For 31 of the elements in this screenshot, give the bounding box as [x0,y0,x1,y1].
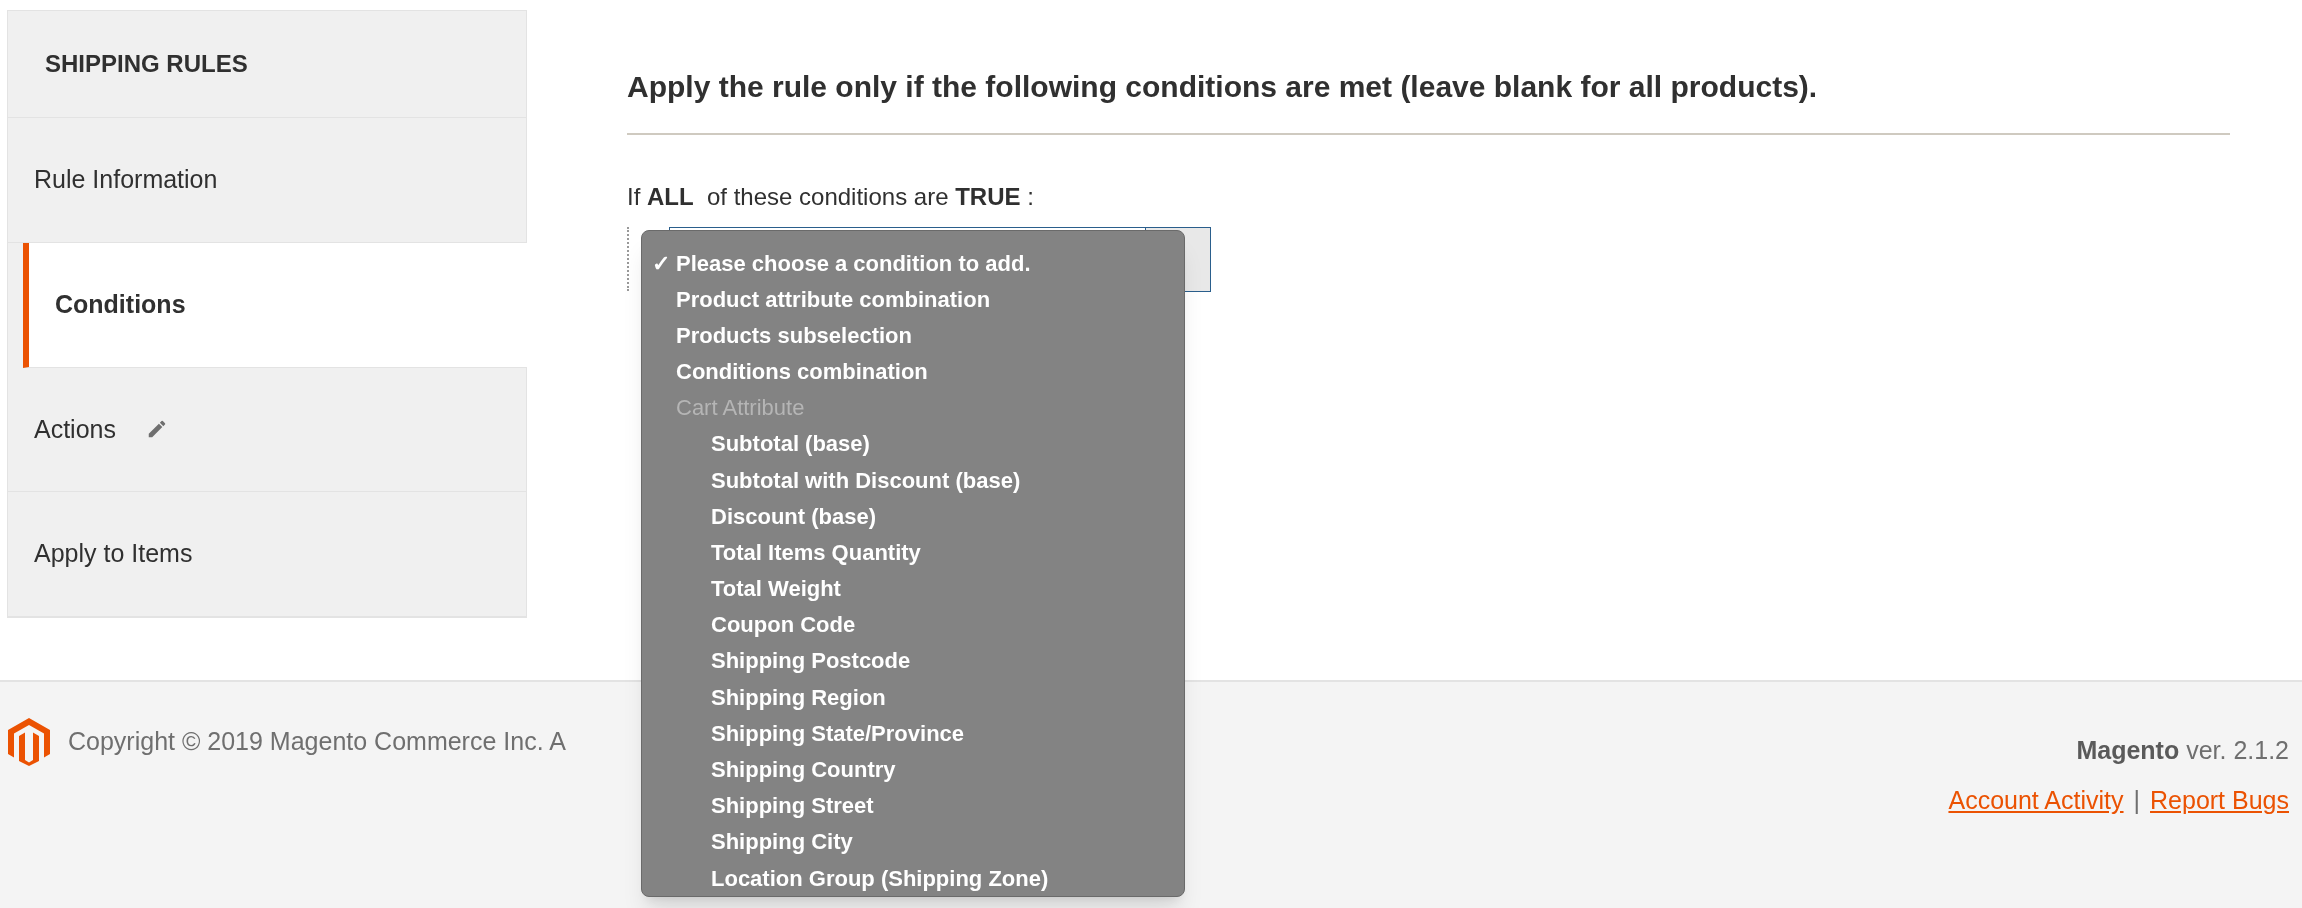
menu-option[interactable]: Shipping Country [642,751,1184,788]
report-bugs-link[interactable]: Report Bugs [2150,781,2289,819]
menu-option[interactable]: Coupon Code [642,606,1184,643]
copyright-text: Copyright © 2019 Magento Commerce Inc. A [68,726,566,758]
menu-option[interactable]: Shipping State/Province [642,715,1184,752]
menu-option[interactable]: Shipping Postcode [642,642,1184,680]
menu-option[interactable]: Subtotal (base) [642,425,1184,463]
condition-sentence: If ALL of these conditions are TRUE : [627,182,1035,212]
section-heading: Apply the rule only if the following conditions are met (leave blank for all products). [627,69,1819,105]
link-separator: | [2133,784,2141,816]
menu-option[interactable]: Total Weight [642,570,1184,607]
menu-option[interactable]: Shipping City [642,823,1184,860]
menu-option[interactable]: Shipping Region [642,679,1184,716]
sidebar-tab[interactable]: Conditions [23,242,527,368]
sidebar-tab[interactable]: Rule Information [8,118,526,243]
menu-option[interactable]: ✓ Please choose a condition to add. [642,245,1184,282]
menu-option[interactable]: Total Items Quantity [642,534,1184,571]
sidebar-tab[interactable]: Actions [8,367,526,493]
menu-option[interactable]: Conditions combination [642,353,1184,390]
sidebar-tab[interactable]: Apply to Items [8,492,526,617]
menu-option[interactable]: Products subselection [642,317,1184,354]
account-activity-link[interactable]: Account Activity [1948,781,2124,819]
sidebar-title: SHIPPING RULES [45,49,248,79]
check-icon: ✓ [652,246,670,280]
logo-icon [8,718,50,766]
menu-option[interactable]: Discount (base) [642,498,1184,535]
menu-option[interactable]: Subtotal with Discount (base) [642,462,1184,499]
menu-option[interactable]: Product attribute combination [642,281,1184,318]
version-text: Magento ver. 2.1.2 [2076,735,2289,766]
menu-option[interactable]: Location Group (Shipping Zone) [642,859,1184,897]
menu-option[interactable]: Shipping Street [642,787,1184,824]
